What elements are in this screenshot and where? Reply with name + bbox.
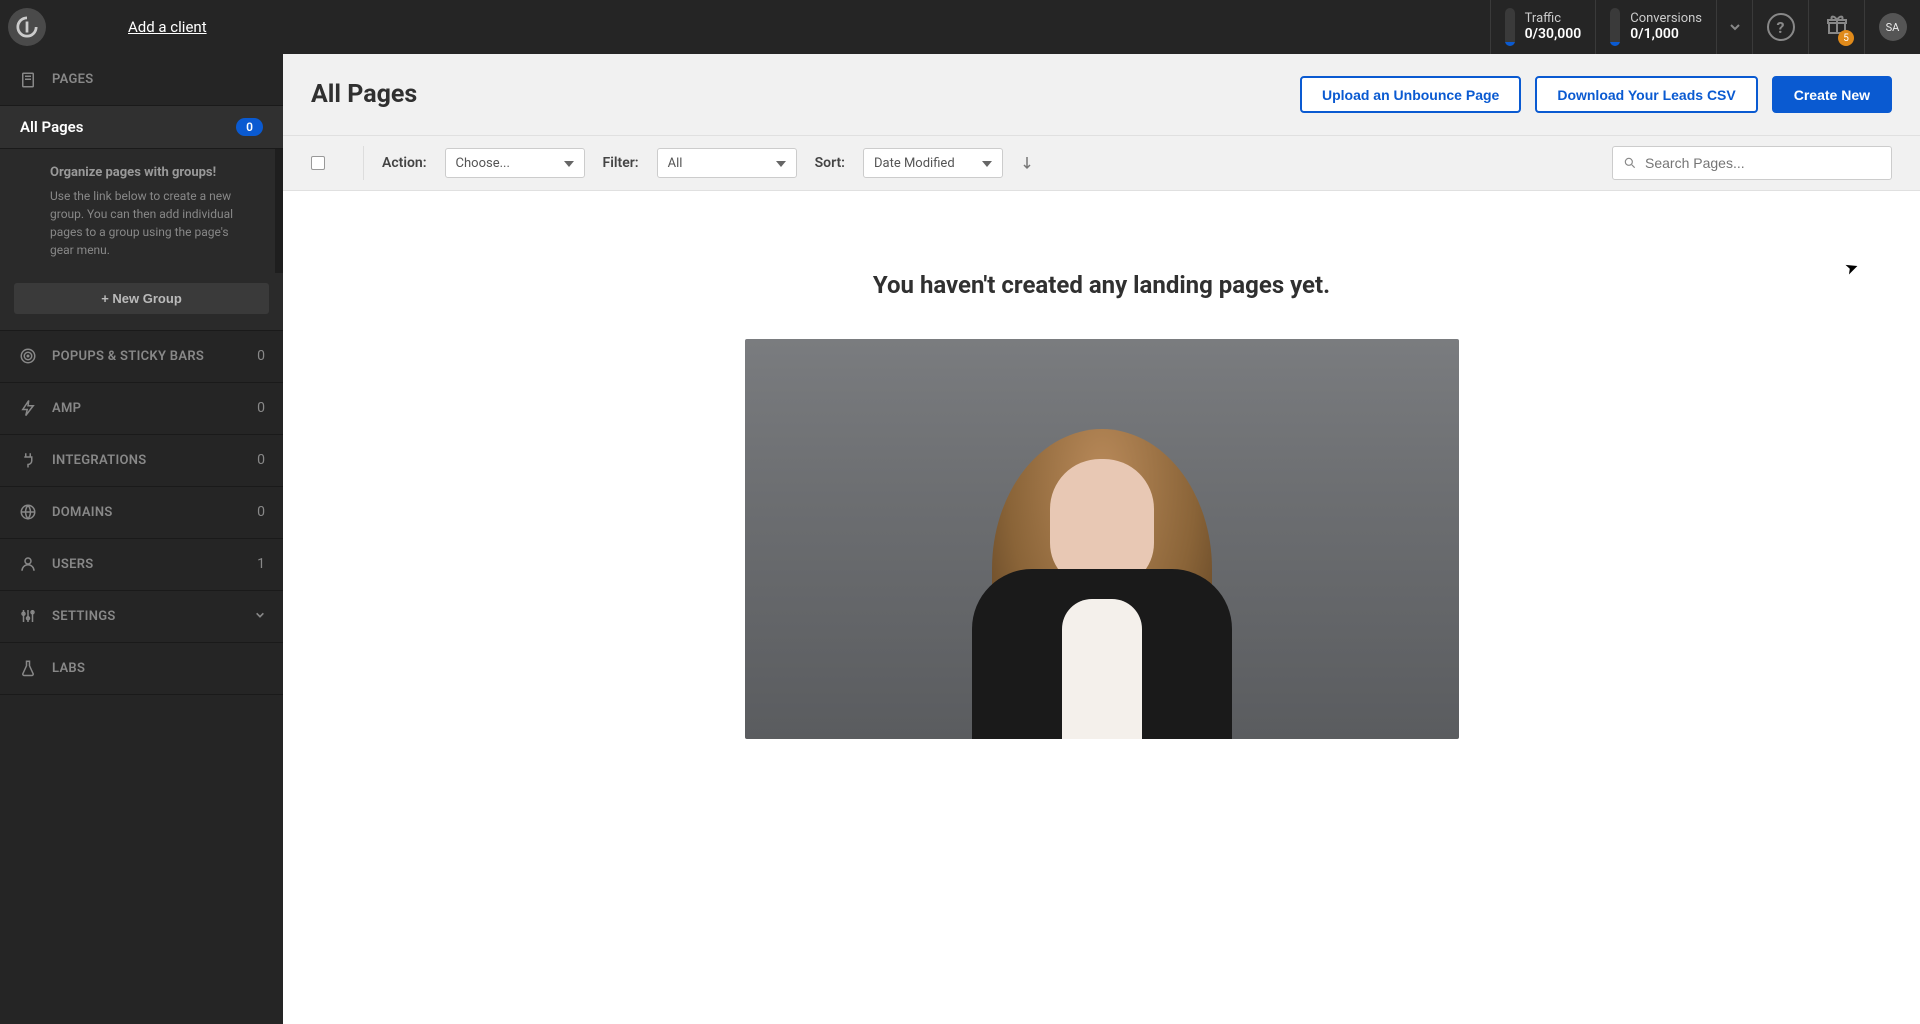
upload-button[interactable]: Upload an Unbounce Page — [1300, 76, 1521, 113]
pages-icon — [18, 70, 38, 90]
user-icon — [18, 554, 38, 574]
sidebar-item-label: INTEGRATIONS — [52, 453, 257, 468]
sidebar-item-label: LABS — [52, 661, 265, 676]
help-icon: ? — [1767, 13, 1795, 41]
sidebar-tip-text: Use the link below to create a new group… — [50, 187, 255, 259]
action-select-value: Choose... — [456, 156, 510, 171]
gift-button[interactable]: 5 — [1808, 0, 1864, 54]
empty-state: You haven't created any landing pages ye… — [283, 191, 1920, 779]
sidebar-item-labs[interactable]: LABS — [0, 643, 283, 695]
arrow-down-icon — [1022, 156, 1032, 170]
flask-icon — [18, 658, 38, 678]
action-select[interactable]: Choose... — [445, 148, 585, 178]
metrics-dropdown[interactable] — [1716, 0, 1752, 54]
sidebar-item-count: 0 — [257, 348, 265, 364]
sort-select[interactable]: Date Modified — [863, 148, 1003, 178]
sidebar-item-popups-sticky-bars[interactable]: POPUPS & STICKY BARS0 — [0, 331, 283, 383]
action-label: Action: — [382, 155, 427, 171]
sidebar-item-count: 0 — [257, 400, 265, 416]
sidebar-tip: Organize pages with groups! Use the link… — [0, 149, 283, 273]
add-client-link[interactable]: Add a client — [128, 18, 207, 36]
target-icon — [18, 346, 38, 366]
conversions-metric: Conversions 0/1,000 — [1595, 0, 1716, 54]
create-new-button[interactable]: Create New — [1772, 76, 1892, 113]
video-thumbnail-illustration — [932, 399, 1272, 739]
search-icon — [1623, 156, 1637, 170]
sidebar-all-pages[interactable]: All Pages 0 — [0, 106, 283, 149]
sliders-icon — [18, 606, 38, 626]
search-wrap[interactable] — [1612, 146, 1892, 180]
sidebar: PAGES All Pages 0 Organize pages with gr… — [0, 54, 283, 1024]
sidebar-item-label: POPUPS & STICKY BARS — [52, 349, 257, 364]
traffic-label: Traffic — [1525, 11, 1582, 27]
sort-label: Sort: — [815, 155, 845, 171]
sidebar-item-amp[interactable]: AMP0 — [0, 383, 283, 435]
sidebar-pages[interactable]: PAGES — [0, 54, 283, 106]
sidebar-all-pages-count: 0 — [236, 118, 263, 136]
brand-logo[interactable] — [8, 8, 46, 46]
sidebar-tip-title: Organize pages with groups! — [50, 163, 255, 183]
plug-icon — [18, 450, 38, 470]
select-all-checkbox[interactable] — [311, 156, 325, 170]
sidebar-item-label: AMP — [52, 401, 257, 416]
topbar: Add a client Traffic 0/30,000 Conversion… — [0, 0, 1920, 54]
sidebar-item-settings[interactable]: SETTINGS — [0, 591, 283, 643]
chevron-down-icon — [255, 608, 265, 624]
avatar: SA — [1879, 13, 1907, 41]
sidebar-item-users[interactable]: USERS1 — [0, 539, 283, 591]
download-leads-button[interactable]: Download Your Leads CSV — [1535, 76, 1757, 113]
filter-select-value: All — [668, 156, 683, 171]
main-content: All Pages Upload an Unbounce Page Downlo… — [283, 54, 1920, 1024]
bolt-icon — [18, 398, 38, 418]
filter-label: Filter: — [603, 155, 639, 171]
sidebar-item-integrations[interactable]: INTEGRATIONS0 — [0, 435, 283, 487]
traffic-bar-icon — [1505, 8, 1515, 46]
sidebar-item-domains[interactable]: DOMAINS0 — [0, 487, 283, 539]
sidebar-item-count: 0 — [257, 504, 265, 520]
conversions-bar-icon — [1610, 8, 1620, 46]
sidebar-item-label: DOMAINS — [52, 505, 257, 520]
toolbar: Action: Choose... Filter: All Sort: Date… — [283, 136, 1920, 191]
search-input[interactable] — [1645, 155, 1881, 171]
chevron-down-icon — [1729, 21, 1741, 33]
page-title: All Pages — [311, 80, 1286, 109]
conversions-label: Conversions — [1630, 11, 1702, 27]
help-button[interactable]: ? — [1752, 0, 1808, 54]
sort-select-value: Date Modified — [874, 156, 955, 171]
sidebar-item-count: 1 — [257, 556, 265, 572]
traffic-value: 0/30,000 — [1525, 26, 1582, 43]
main-header: All Pages Upload an Unbounce Page Downlo… — [283, 54, 1920, 136]
sidebar-all-pages-label: All Pages — [20, 118, 236, 136]
sidebar-item-label: SETTINGS — [52, 609, 255, 624]
logo-icon — [16, 16, 38, 38]
filter-select[interactable]: All — [657, 148, 797, 178]
sidebar-pages-label: PAGES — [52, 72, 265, 87]
globe-icon — [18, 502, 38, 522]
avatar-button[interactable]: SA — [1864, 0, 1920, 54]
toolbar-divider — [363, 146, 364, 180]
sidebar-item-label: USERS — [52, 557, 257, 572]
empty-message: You haven't created any landing pages ye… — [303, 271, 1900, 299]
sidebar-newgroup-wrap: + New Group — [0, 273, 283, 331]
conversions-value: 0/1,000 — [1630, 26, 1702, 43]
gift-badge: 5 — [1838, 30, 1854, 46]
sort-direction-button[interactable] — [1021, 156, 1033, 170]
new-group-button[interactable]: + New Group — [14, 283, 269, 314]
sidebar-item-count: 0 — [257, 452, 265, 468]
intro-video[interactable] — [745, 339, 1459, 739]
traffic-metric: Traffic 0/30,000 — [1490, 0, 1596, 54]
